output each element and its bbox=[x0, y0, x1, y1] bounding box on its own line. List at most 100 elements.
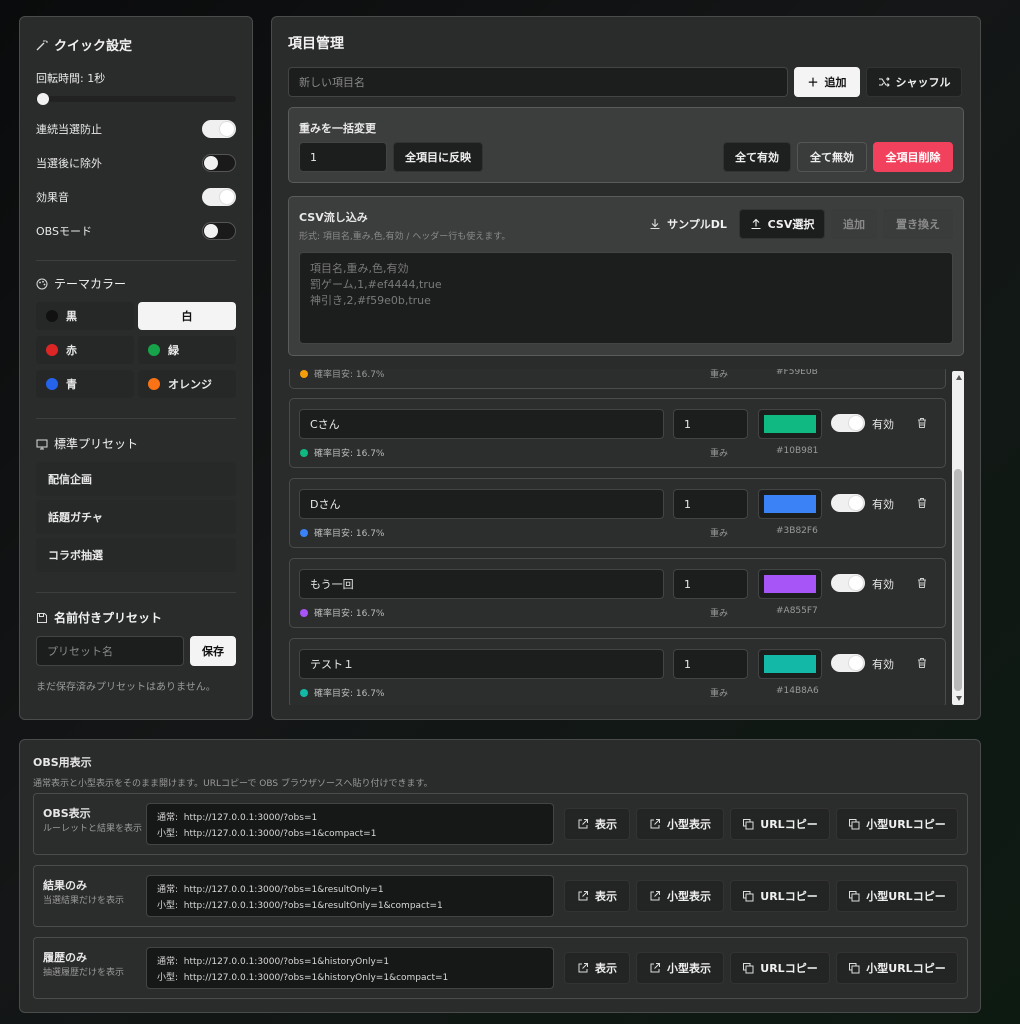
copy-compact-url-button[interactable]: 小型URLコピー bbox=[836, 808, 958, 840]
copy-url-button[interactable]: URLコピー bbox=[730, 808, 830, 840]
item-color-picker[interactable] bbox=[758, 649, 822, 679]
normal-prefix: 通常: bbox=[157, 813, 179, 823]
preset-button[interactable]: コラボ抽選 bbox=[36, 538, 236, 572]
disable-all-button[interactable]: 全て無効 bbox=[797, 142, 867, 172]
trash-icon[interactable] bbox=[916, 497, 928, 509]
item-weight-input[interactable]: 1 bbox=[673, 649, 748, 679]
item-color-picker[interactable] bbox=[758, 409, 822, 439]
obs-url-box[interactable]: 通常: http://127.0.0.1:3000/?obs=1&resultO… bbox=[146, 875, 554, 917]
shuffle-button[interactable]: シャッフル bbox=[866, 67, 962, 97]
copy-icon bbox=[848, 890, 860, 902]
copy-compact-url-button[interactable]: 小型URLコピー bbox=[836, 952, 958, 984]
open-compact-button[interactable]: 小型表示 bbox=[636, 808, 724, 840]
normal-url-text: http://127.0.0.1:3000/?obs=1 bbox=[183, 813, 318, 823]
theme-button[interactable]: 赤 bbox=[36, 336, 134, 364]
trash-icon[interactable] bbox=[916, 577, 928, 589]
toggle-knob bbox=[849, 416, 863, 430]
apply-all-button[interactable]: 全項目に反映 bbox=[393, 142, 483, 172]
obs-url-box[interactable]: 通常: http://127.0.0.1:3000/?obs=1 小型: htt… bbox=[146, 803, 554, 845]
standard-preset-header: 標準プリセット bbox=[36, 435, 236, 452]
toggle-label: 当選後に除外 bbox=[36, 157, 102, 170]
toggle-knob bbox=[849, 576, 863, 590]
csv-placeholder-line: 罰ゲーム,1,#ef4444,true bbox=[310, 278, 442, 291]
item-color-picker[interactable] bbox=[758, 569, 822, 599]
save-preset-button[interactable]: 保存 bbox=[190, 636, 236, 666]
copy-compact-url-label: 小型URLコピー bbox=[866, 962, 946, 975]
normal-url-text: http://127.0.0.1:3000/?obs=1&resultOnly=… bbox=[183, 885, 384, 895]
trash-icon[interactable] bbox=[916, 657, 928, 669]
toggle-switch[interactable] bbox=[202, 154, 236, 172]
item-card: もう一回 1 有効 確率目安: 16.7% 重み #A855F7 bbox=[289, 558, 946, 628]
upload-icon bbox=[750, 218, 762, 230]
obs-display-panel: OBS用表示 通常表示と小型表示をそのまま開けます。URLコピーで OBS ブラ… bbox=[19, 739, 981, 1013]
spin-time-slider[interactable] bbox=[36, 92, 236, 106]
obs-url-box[interactable]: 通常: http://127.0.0.1:3000/?obs=1&history… bbox=[146, 947, 554, 989]
slider-track bbox=[36, 96, 236, 102]
enable-all-button[interactable]: 全て有効 bbox=[723, 142, 791, 172]
compact-url: 小型: http://127.0.0.1:3000/?obs=1&resultO… bbox=[157, 898, 543, 914]
preset-name-input[interactable]: プリセット名 bbox=[36, 636, 184, 666]
save-icon bbox=[36, 612, 48, 624]
open-compact-button[interactable]: 小型表示 bbox=[636, 880, 724, 912]
sample-download-button[interactable]: サンプルDL bbox=[643, 209, 733, 239]
item-management-panel: 項目管理 新しい項目名 ＋ 追加 シャッフル 重みを一括変更 1 全項目に反映 全… bbox=[271, 16, 981, 720]
preset-button[interactable]: 話題ガチャ bbox=[36, 500, 236, 534]
item-color-dot bbox=[300, 370, 308, 378]
item-enabled-toggle[interactable] bbox=[831, 414, 865, 432]
csv-select-button[interactable]: CSV選択 bbox=[739, 209, 825, 239]
obs-row-title: 結果のみ bbox=[43, 879, 87, 892]
scrollbar-thumb[interactable] bbox=[954, 469, 962, 691]
item-weight-input[interactable]: 1 bbox=[673, 489, 748, 519]
theme-button[interactable]: 白 bbox=[138, 302, 236, 330]
new-item-input[interactable]: 新しい項目名 bbox=[288, 67, 788, 97]
csv-add-button[interactable]: 追加 bbox=[831, 209, 877, 239]
open-compact-label: 小型表示 bbox=[667, 890, 711, 903]
scrollbar[interactable] bbox=[952, 371, 964, 705]
theme-color-header: テーマカラー bbox=[36, 275, 236, 292]
scroll-up-arrow[interactable] bbox=[956, 375, 962, 380]
open-display-button[interactable]: 表示 bbox=[564, 808, 630, 840]
item-name-input[interactable]: Cさん bbox=[299, 409, 664, 439]
spin-time-label: 回転時間: 1秒 bbox=[36, 72, 106, 85]
item-weight-input[interactable]: 1 bbox=[673, 569, 748, 599]
item-name-input[interactable]: Dさん bbox=[299, 489, 664, 519]
csv-textarea[interactable]: 項目名,重み,色,有効 罰ゲーム,1,#ef4444,true 神引き,2,#f… bbox=[299, 252, 953, 344]
theme-button[interactable]: オレンジ bbox=[138, 370, 236, 398]
copy-url-button[interactable]: URLコピー bbox=[730, 880, 830, 912]
toggle-switch[interactable] bbox=[202, 222, 236, 240]
item-enabled-toggle[interactable] bbox=[831, 494, 865, 512]
item-probability: 確率目安: 16.7% bbox=[314, 449, 385, 459]
delete-all-button[interactable]: 全項目削除 bbox=[873, 142, 953, 172]
preset-button[interactable]: 配信企画 bbox=[36, 462, 236, 496]
plus-icon: ＋ bbox=[807, 76, 819, 89]
item-weight-input[interactable]: 1 bbox=[673, 409, 748, 439]
theme-button[interactable]: 緑 bbox=[138, 336, 236, 364]
item-name-input[interactable]: もう一回 bbox=[299, 569, 664, 599]
open-display-button[interactable]: 表示 bbox=[564, 952, 630, 984]
item-enabled-toggle[interactable] bbox=[831, 574, 865, 592]
copy-compact-url-button[interactable]: 小型URLコピー bbox=[836, 880, 958, 912]
open-display-label: 表示 bbox=[595, 890, 617, 903]
toggle-switch[interactable] bbox=[202, 120, 236, 138]
item-color-picker[interactable] bbox=[758, 489, 822, 519]
open-display-button[interactable]: 表示 bbox=[564, 880, 630, 912]
scroll-down-arrow[interactable] bbox=[956, 696, 962, 701]
copy-url-button[interactable]: URLコピー bbox=[730, 952, 830, 984]
csv-replace-button[interactable]: 置き換え bbox=[883, 209, 953, 239]
copy-icon bbox=[848, 962, 860, 974]
add-item-button[interactable]: ＋ 追加 bbox=[794, 67, 860, 97]
copy-icon bbox=[742, 818, 754, 830]
theme-button[interactable]: 青 bbox=[36, 370, 134, 398]
item-status-label: 有効 bbox=[872, 658, 894, 671]
external-link-icon bbox=[649, 962, 661, 974]
bulk-weight-input[interactable]: 1 bbox=[299, 142, 387, 172]
toggle-switch[interactable] bbox=[202, 188, 236, 206]
trash-icon[interactable] bbox=[916, 417, 928, 429]
slider-handle[interactable] bbox=[37, 93, 49, 105]
compact-url-text: http://127.0.0.1:3000/?obs=1&resultOnly=… bbox=[183, 901, 443, 911]
open-compact-button[interactable]: 小型表示 bbox=[636, 952, 724, 984]
obs-row-description: 当選結果だけを表示 bbox=[43, 896, 125, 906]
item-name-input[interactable]: テスト１ bbox=[299, 649, 664, 679]
item-enabled-toggle[interactable] bbox=[831, 654, 865, 672]
theme-button[interactable]: 黒 bbox=[36, 302, 134, 330]
